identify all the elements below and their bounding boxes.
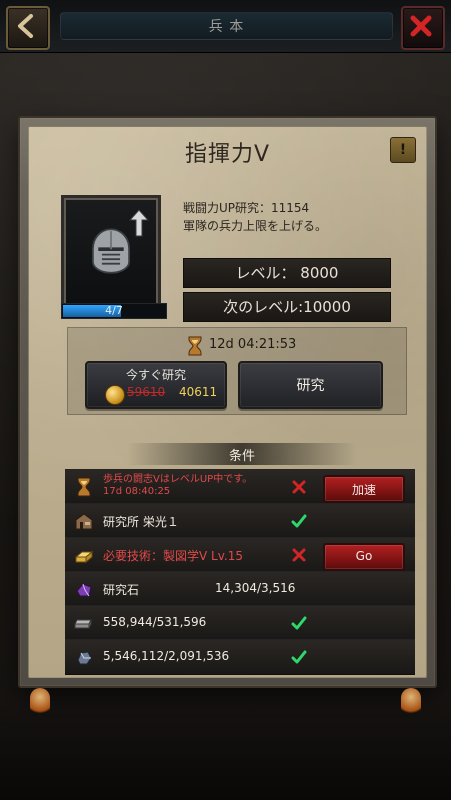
power-up-text: 戦闘力UP研究：11154	[183, 201, 310, 215]
ore-icon	[77, 651, 92, 665]
research-stone-icon	[76, 583, 92, 597]
info-button[interactable]: !	[390, 137, 416, 163]
condition-text: 歩兵の闘志VはレベルUP中です。 17d 08:40:25	[103, 474, 252, 498]
next-level-box: 次のレベル:10000	[183, 292, 391, 322]
condition-text: 研究所 栄光１	[103, 515, 179, 529]
research-panel: 指揮力V ! 4/7 戦闘力UP研究：11154 軍隊の兵力上限を上げる。 レベ…	[18, 116, 437, 688]
lab-building-icon	[75, 513, 93, 530]
check-icon	[291, 616, 307, 630]
research-button-label: 研究	[296, 378, 325, 394]
conditions-title: 条件	[228, 449, 255, 464]
torch-right-icon	[401, 688, 421, 718]
research-progress-bar: 4/7	[61, 303, 167, 319]
fail-x-icon	[292, 480, 306, 494]
current-level-box: レベル： 8000	[183, 258, 391, 288]
condition-text-line-1: 歩兵の闘志VはレベルUP中です。	[103, 474, 253, 485]
condition-row: 歩兵の闘志VはレベルUP中です。 17d 08:40:25 加速	[65, 469, 415, 505]
check-icon	[291, 650, 307, 664]
upgrade-arrow-icon	[128, 209, 150, 237]
top-bar: 兵 本	[0, 0, 451, 53]
panel-paper: 指揮力V ! 4/7 戦闘力UP研究：11154 軍隊の兵力上限を上げる。 レベ…	[28, 126, 427, 678]
gold-coin-icon	[105, 385, 125, 405]
iron-icon	[74, 619, 92, 629]
top-title-bar: 兵 本	[60, 12, 393, 40]
fail-x-icon	[292, 548, 306, 562]
hourglass-icon	[77, 477, 91, 497]
close-button[interactable]	[401, 6, 445, 50]
condition-row: 研究石 14,304/3,516	[65, 571, 415, 607]
condition-row: 5,546,112/2,091,536	[65, 639, 415, 675]
go-button[interactable]: Go	[323, 543, 405, 571]
check-icon	[291, 514, 307, 528]
back-button[interactable]	[6, 6, 50, 50]
original-price: 59610	[127, 385, 166, 399]
conditions-header: 条件	[127, 443, 357, 465]
tech-portrait	[61, 195, 161, 313]
gold-bar-icon	[74, 550, 94, 564]
instant-research-label: 今すぐ研究	[125, 368, 186, 382]
bottom-shadow	[0, 700, 451, 800]
condition-text: 必要技術：製図学V Lv.15	[103, 549, 243, 563]
research-progress-text: 4/7	[105, 304, 123, 317]
go-label: Go	[355, 549, 373, 563]
discounted-price: 40611	[179, 385, 218, 399]
hourglass-icon	[188, 336, 202, 356]
top-title: 兵 本	[208, 19, 245, 35]
condition-text: 研究石	[103, 583, 140, 597]
speed-up-label: 加速	[351, 483, 376, 497]
speed-up-button[interactable]: 加速	[323, 475, 405, 503]
condition-row: 558,944/531,596	[65, 605, 415, 641]
condition-text-line-2: 17d 08:40:25	[103, 486, 171, 497]
condition-row: 研究所 栄光１	[65, 503, 415, 539]
research-button[interactable]: 研究	[238, 361, 383, 409]
close-icon	[410, 15, 432, 37]
research-time: 12d 04:21:53	[209, 337, 297, 352]
instant-research-button[interactable]: 今すぐ研究 59610 40611	[85, 361, 227, 409]
back-arrow-icon	[18, 14, 33, 38]
condition-text: 5,546,112/2,091,536	[103, 649, 230, 663]
condition-row: 必要技術：製図学V Lv.15 Go	[65, 537, 415, 573]
tech-description: 軍隊の兵力上限を上げる。	[183, 219, 328, 233]
panel-title: 指揮力V	[184, 142, 271, 167]
conditions-list[interactable]: 歩兵の闘志VはレベルUP中です。 17d 08:40:25 加速 研究所 栄光１	[65, 469, 415, 675]
condition-text: 558,944/531,596	[103, 615, 207, 629]
condition-quantity: 14,304/3,516	[215, 581, 296, 595]
torch-left-icon	[30, 688, 50, 718]
